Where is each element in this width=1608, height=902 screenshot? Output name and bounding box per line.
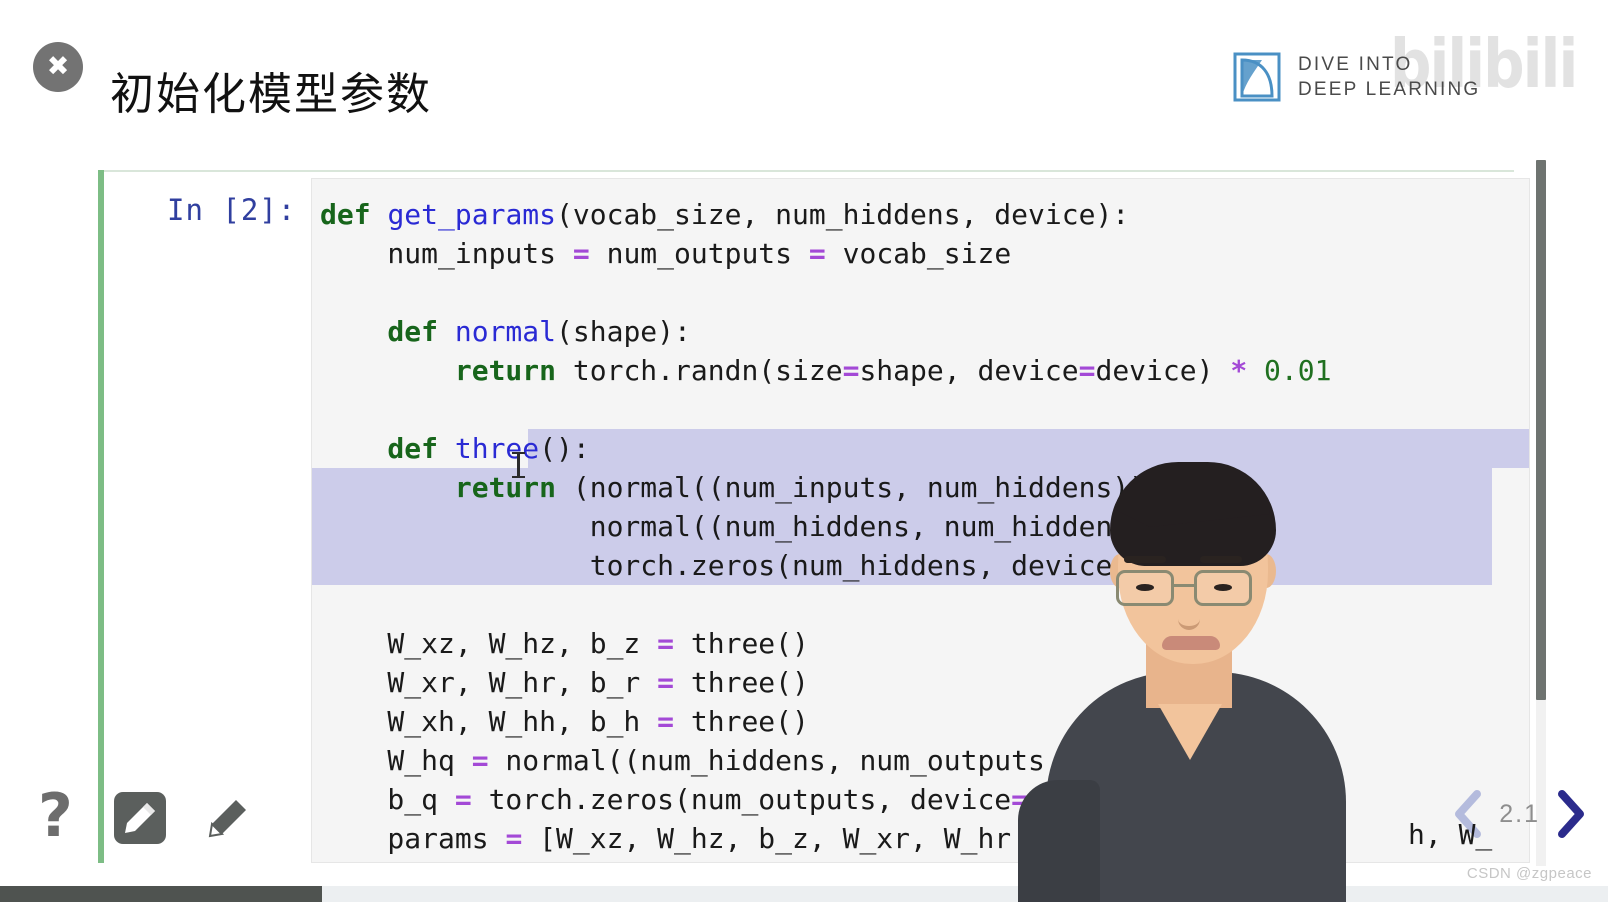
code-token: d (1129, 549, 1147, 582)
code-token: three (454, 432, 540, 465)
code-token: def (320, 432, 455, 465)
book-icon (1233, 52, 1281, 102)
vertical-scrollbar-thumb[interactable] (1536, 160, 1546, 700)
code-token: 0.01 (1264, 354, 1332, 387)
text-cursor-icon (512, 452, 525, 478)
code-token: num_inputs (320, 237, 573, 270)
close-icon[interactable]: ✖ (33, 42, 83, 92)
csdn-watermark: CSDN @zgpeace (1466, 865, 1592, 882)
code-cell[interactable]: def get_params(vocab_size, num_hiddens, … (311, 178, 1530, 863)
code-token: return (320, 354, 557, 387)
page-title: 初始化模型参数 (110, 69, 432, 120)
question-mark-icon[interactable]: ? (38, 786, 73, 846)
code-token: vocab_size (825, 237, 1012, 270)
code-token: = (657, 705, 675, 738)
code-token: (): (539, 432, 590, 465)
horizontal-scrollbar-thumb[interactable] (0, 886, 322, 902)
code-token: = (505, 822, 523, 855)
code-line: def normal(shape): (312, 312, 1529, 351)
code-token: (shape): (556, 315, 691, 348)
code-token: = (1078, 354, 1096, 387)
code-line: num_inputs = num_outputs = vocab_size (312, 234, 1529, 273)
code-line: W_xr, W_hr, b_r = three() (312, 663, 1529, 702)
code-token: normal (454, 315, 557, 348)
code-token: torch.zeros(num_hiddens, device (320, 549, 1113, 582)
code-token: params (320, 822, 506, 855)
pencil-filled-icon[interactable] (114, 792, 166, 844)
code-token: = (454, 783, 472, 816)
code-line: b_q = torch.zeros(num_outputs, device= (312, 780, 1529, 819)
code-token: def (320, 315, 455, 348)
code-token: normal((num_hiddens, num_hiddens (320, 510, 1130, 543)
code-token: three() (674, 666, 809, 699)
code-token: W_xz, W_hz, b_z (320, 627, 658, 660)
code-token: normal((num_hiddens, num_outputs (488, 744, 1045, 777)
code-token: (vocab_size, num_hiddens, device): (556, 198, 1130, 231)
brand-line-2: DEEP LEARNING (1298, 79, 1481, 100)
code-token: = (657, 666, 675, 699)
code-token: three() (674, 627, 809, 660)
code-line: normal((num_hiddens, num_hiddens (312, 507, 1529, 546)
input-prompt-label: In [2]: (167, 193, 297, 227)
code-token: = (572, 237, 590, 270)
code-token: = (657, 627, 675, 660)
code-token: shape, device (859, 354, 1079, 387)
code-line: W_xh, W_hh, b_h = three() (312, 702, 1529, 741)
code-token: torch.zeros(num_outputs, device (471, 783, 1012, 816)
code-token: = (808, 237, 826, 270)
slide-root: ✖ 初始化模型参数 bilibili DIVE INTO DEEP LEARNI… (0, 0, 1608, 902)
close-glyph: ✖ (46, 51, 70, 82)
code-truncated-fragment: h, W_ (1408, 818, 1493, 851)
code-token: get_params (387, 198, 557, 231)
pencil-glyph (208, 800, 246, 838)
code-line: def three(): (312, 429, 1529, 468)
page-indicator: 2.1 (1499, 799, 1540, 828)
code-token: W_xh, W_hh, b_h (320, 705, 658, 738)
code-token: num_outputs (589, 237, 809, 270)
code-line: params = [W_xz, W_hz, b_z, W_xr, W_hr (312, 819, 1529, 858)
code-token: b_q (320, 783, 455, 816)
code-line: return (normal((num_inputs, num_hiddens)… (312, 468, 1529, 507)
code-token: W_xr, W_hr, b_r (320, 666, 658, 699)
code-token: = (1011, 783, 1029, 816)
code-line: W_hq = normal((num_hiddens, num_outputs (312, 741, 1529, 780)
brand-line-1: DIVE INTO (1298, 53, 1413, 75)
code-token: W_hq (320, 744, 472, 777)
pencil-glyph-filled (125, 803, 155, 833)
code-token: = (842, 354, 860, 387)
code-token: three() (674, 705, 809, 738)
code-token: = (471, 744, 489, 777)
code-token: = (1112, 549, 1130, 582)
brand-wordmark: DIVE INTO DEEP LEARNING (1298, 52, 1480, 102)
brand-logo: DIVE INTO DEEP LEARNING (1232, 50, 1480, 104)
chevron-right-icon[interactable] (1550, 786, 1590, 842)
code-token: [W_xz, W_hz, b_z, W_xr, W_hr (522, 822, 1012, 855)
code-token: torch.randn(size (556, 354, 843, 387)
pencil-icon[interactable] (202, 792, 254, 844)
code-line: def get_params(vocab_size, num_hiddens, … (312, 195, 1529, 234)
code-line: return torch.randn(size=shape, device=de… (312, 351, 1529, 390)
cell-selection-bar (98, 170, 104, 863)
code-token: def (320, 198, 388, 231)
code-lines-container: def get_params(vocab_size, num_hiddens, … (312, 179, 1529, 858)
code-token: device) (1095, 354, 1231, 387)
code-token: (normal((num_inputs, num_hiddens)) (556, 471, 1147, 504)
code-token: * (1230, 354, 1248, 387)
code-line: W_xz, W_hz, b_z = three() (312, 624, 1529, 663)
code-line: torch.zeros(num_hiddens, device=d (312, 546, 1529, 585)
cell-top-rule (104, 170, 1514, 172)
